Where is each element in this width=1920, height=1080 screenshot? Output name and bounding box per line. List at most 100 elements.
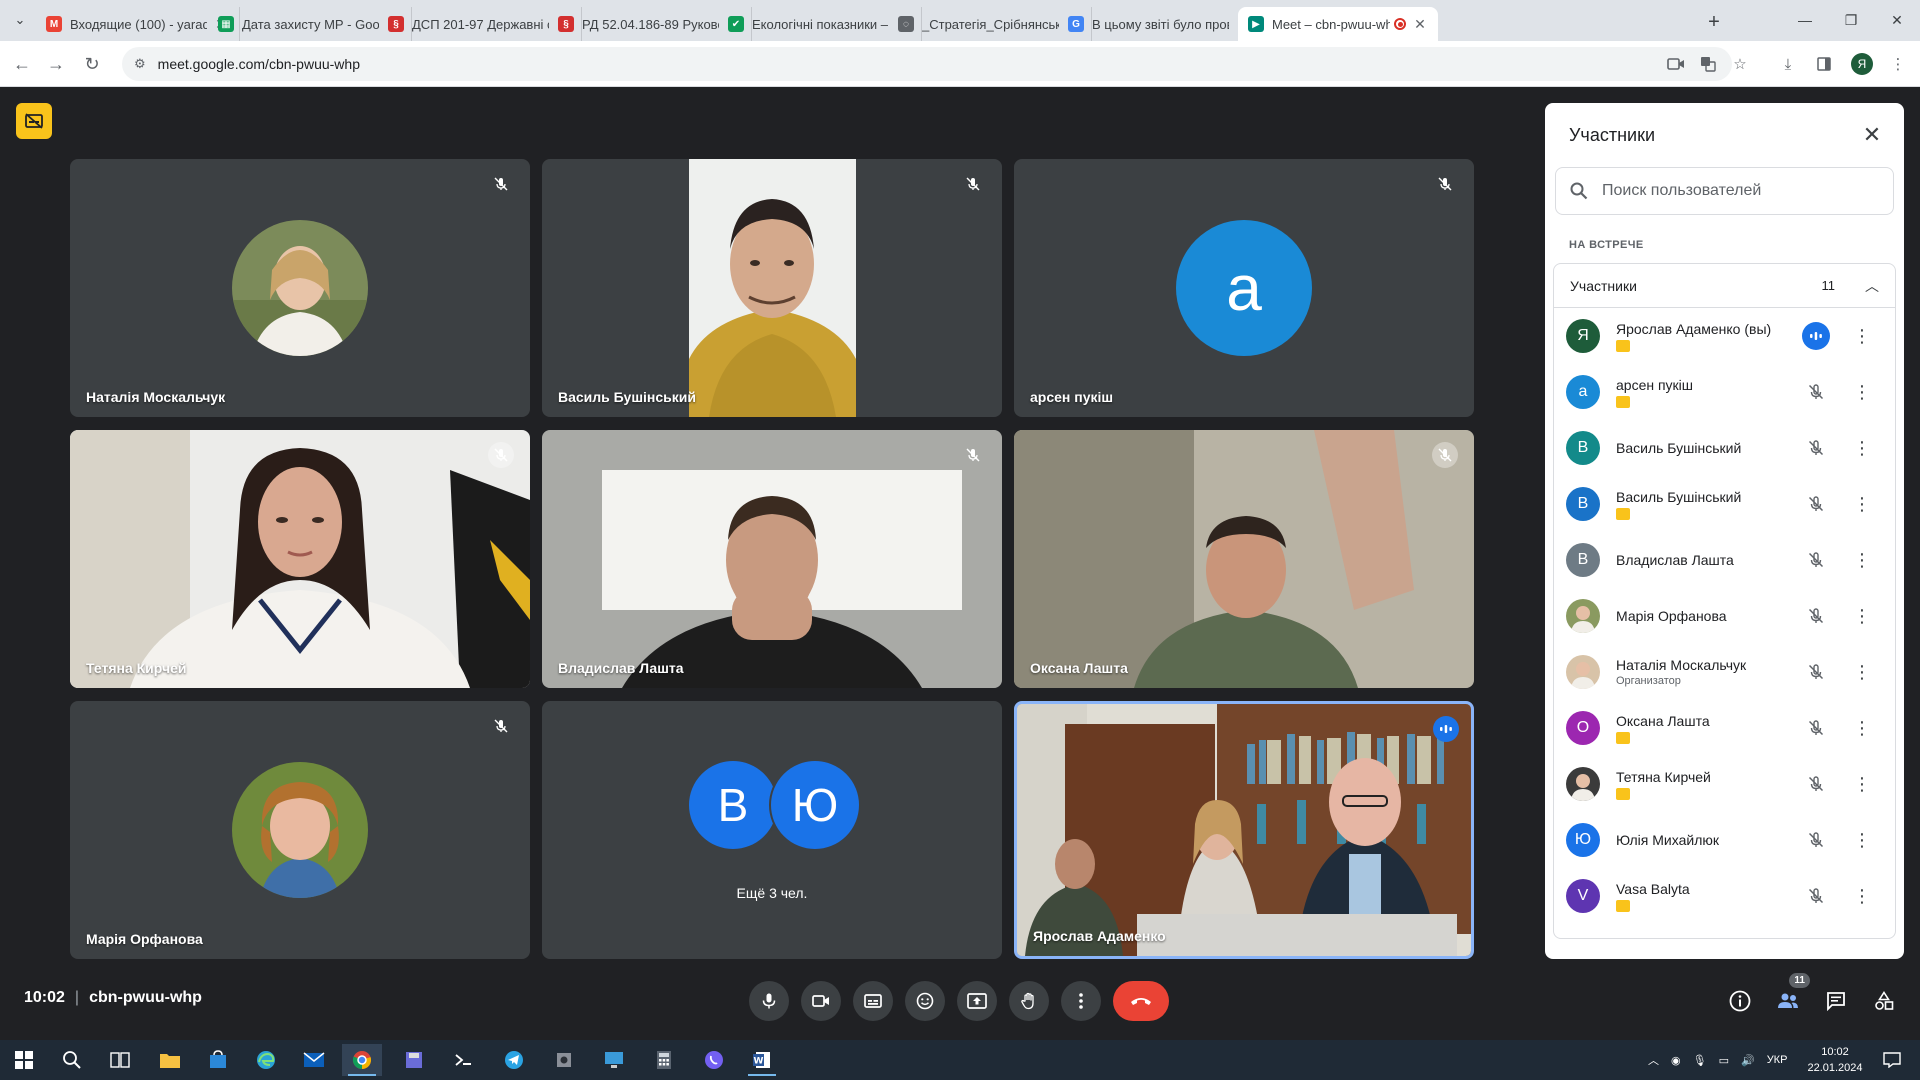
more-vert-icon[interactable]: ⋮ bbox=[1852, 490, 1872, 518]
mic-off-icon[interactable] bbox=[1802, 826, 1830, 854]
people-button[interactable]: 11 bbox=[1768, 973, 1810, 1021]
omnibox[interactable]: ⚙ meet.google.com/cbn-pwuu-whp bbox=[122, 47, 1732, 81]
tab-search-button[interactable]: ⌄ bbox=[8, 8, 32, 32]
word-icon[interactable]: W bbox=[742, 1044, 782, 1076]
video-tile[interactable]: Василь Бушінський bbox=[542, 159, 1002, 417]
more-vert-icon[interactable]: ⋮ bbox=[1852, 378, 1872, 406]
participant-row[interactable]: V Vasa Balyta ⋮ bbox=[1554, 868, 1895, 924]
translate-icon[interactable] bbox=[1694, 50, 1722, 78]
close-window-button[interactable]: ✕ bbox=[1874, 0, 1920, 40]
video-tile[interactable]: Тетяна Кирчей bbox=[70, 430, 530, 688]
mic-off-icon[interactable] bbox=[1802, 882, 1830, 910]
video-tile[interactable]: а арсен пукіш bbox=[1014, 159, 1474, 417]
participant-row[interactable]: В Владислав Лашта ⋮ bbox=[1554, 532, 1895, 588]
chevron-up-icon[interactable]: ︿ bbox=[1865, 276, 1879, 296]
participant-row[interactable]: Марія Орфанова ⋮ bbox=[1554, 588, 1895, 644]
chevron-up-icon[interactable]: ︿ bbox=[1648, 1052, 1659, 1068]
reactions-button[interactable] bbox=[905, 981, 945, 1021]
more-vert-icon[interactable]: ⋮ bbox=[1852, 322, 1872, 350]
activities-button[interactable] bbox=[1864, 981, 1904, 1021]
meeting-details-button[interactable] bbox=[1720, 981, 1760, 1021]
file-explorer-icon[interactable] bbox=[150, 1044, 190, 1076]
video-tile-active-speaker[interactable]: Ярослав Адаменко bbox=[1014, 701, 1474, 959]
notifications-icon[interactable] bbox=[1872, 1044, 1912, 1076]
present-screen-button[interactable] bbox=[957, 981, 997, 1021]
microphone-tray-icon[interactable]: 🎙 bbox=[1693, 1054, 1707, 1067]
participant-row[interactable]: Ю Юлія Михайлюк ⋮ bbox=[1554, 812, 1895, 868]
participant-row[interactable]: Тетяна Кирчей ⋮ bbox=[1554, 756, 1895, 812]
minimize-button[interactable]: — bbox=[1782, 0, 1828, 40]
mic-off-icon[interactable] bbox=[1802, 658, 1830, 686]
participant-row[interactable]: В Василь Бушінський ⋮ bbox=[1554, 476, 1895, 532]
side-panel-icon[interactable] bbox=[1810, 50, 1838, 78]
mic-off-icon[interactable] bbox=[1802, 714, 1830, 742]
taskbar-search-button[interactable] bbox=[52, 1044, 92, 1076]
site-info-icon[interactable]: ⚙ bbox=[134, 56, 146, 72]
captions-button[interactable] bbox=[853, 981, 893, 1021]
more-vert-icon[interactable]: ⋮ bbox=[1852, 826, 1872, 854]
viber-icon[interactable] bbox=[694, 1044, 734, 1076]
remote-desktop-icon[interactable] bbox=[594, 1044, 634, 1076]
more-options-button[interactable] bbox=[1061, 981, 1101, 1021]
camera-in-use-icon[interactable] bbox=[1662, 50, 1690, 78]
microphone-button[interactable] bbox=[749, 981, 789, 1021]
participant-search-input[interactable]: Поиск пользователей bbox=[1555, 167, 1894, 215]
new-tab-button[interactable]: + bbox=[1700, 8, 1728, 36]
more-vert-icon[interactable]: ⋮ bbox=[1852, 714, 1872, 742]
calculator-icon[interactable] bbox=[644, 1044, 684, 1076]
participant-row[interactable]: В Василь Бушінський ⋮ bbox=[1554, 420, 1895, 476]
profile-avatar[interactable]: Я bbox=[1851, 53, 1873, 75]
edge-icon[interactable] bbox=[246, 1044, 286, 1076]
store-icon[interactable] bbox=[198, 1044, 238, 1076]
downloads-icon[interactable]: ⤓ bbox=[1774, 50, 1802, 78]
mic-off-icon[interactable] bbox=[1802, 434, 1830, 462]
video-tile[interactable]: Марія Орфанова bbox=[70, 701, 530, 959]
video-tile[interactable]: Наталія Москальчук bbox=[70, 159, 530, 417]
mic-off-icon[interactable] bbox=[1802, 770, 1830, 798]
more-vert-icon[interactable]: ⋮ bbox=[1852, 882, 1872, 910]
more-vert-icon[interactable]: ⋮ bbox=[1852, 602, 1872, 630]
restore-button[interactable]: ❐ bbox=[1828, 0, 1874, 40]
camera-button[interactable] bbox=[801, 981, 841, 1021]
more-vert-icon[interactable]: ⋮ bbox=[1852, 546, 1872, 574]
mail-icon[interactable] bbox=[294, 1044, 334, 1076]
chrome-icon[interactable] bbox=[342, 1044, 382, 1076]
network-icon[interactable]: ▭ bbox=[1719, 1054, 1729, 1067]
more-vert-icon[interactable]: ⋮ bbox=[1852, 770, 1872, 798]
mic-off-icon[interactable] bbox=[1802, 378, 1830, 406]
chrome-menu-icon[interactable]: ⋮ bbox=[1884, 50, 1912, 78]
mic-off-icon[interactable] bbox=[1802, 602, 1830, 630]
participant-row[interactable]: О Оксана Лашта ⋮ bbox=[1554, 700, 1895, 756]
save-app-icon[interactable] bbox=[394, 1044, 434, 1076]
mic-off-icon[interactable] bbox=[1802, 490, 1830, 518]
more-vert-icon[interactable]: ⋮ bbox=[1852, 434, 1872, 462]
forward-button[interactable]: → bbox=[42, 50, 70, 78]
taskbar-clock[interactable]: 10:02 22.01.2024 bbox=[1800, 1044, 1870, 1076]
more-participants-tile[interactable]: В Ю Ещё 3 чел. bbox=[542, 701, 1002, 959]
leave-call-button[interactable] bbox=[1113, 981, 1169, 1021]
start-button[interactable] bbox=[4, 1044, 44, 1076]
participant-row[interactable]: Наталія Москальчук Организатор ⋮ bbox=[1554, 644, 1895, 700]
participant-row[interactable]: а арсен пукіш ⋮ bbox=[1554, 364, 1895, 420]
terminal-app-icon[interactable] bbox=[444, 1044, 484, 1076]
chat-button[interactable] bbox=[1816, 981, 1856, 1021]
task-view-button[interactable] bbox=[100, 1044, 140, 1076]
telegram-icon[interactable] bbox=[494, 1044, 534, 1076]
volume-icon[interactable]: 🔊 bbox=[1741, 1054, 1755, 1067]
more-vert-icon[interactable]: ⋮ bbox=[1852, 658, 1872, 686]
webcam-icon[interactable]: ◉ bbox=[1671, 1054, 1681, 1067]
participants-group-header[interactable]: Участники 11 ︿ bbox=[1554, 264, 1895, 308]
input-language[interactable]: УКР bbox=[1767, 1054, 1788, 1066]
bookmark-star-icon[interactable]: ☆ bbox=[1726, 50, 1754, 78]
reload-button[interactable]: ↻ bbox=[78, 50, 106, 78]
video-tile[interactable]: Оксана Лашта bbox=[1014, 430, 1474, 688]
url-text[interactable]: meet.google.com/cbn-pwuu-whp bbox=[158, 56, 360, 72]
raise-hand-button[interactable] bbox=[1009, 981, 1049, 1021]
mic-off-icon[interactable] bbox=[1802, 546, 1830, 574]
participant-row[interactable]: Я Ярослав Адаменко (вы) ⋮ bbox=[1554, 308, 1895, 364]
tools-app-icon[interactable] bbox=[544, 1044, 584, 1076]
close-tab-icon[interactable]: ✕ bbox=[1412, 16, 1428, 33]
browser-tab[interactable]: GВ цьому звіті було прове✕ bbox=[1058, 7, 1262, 41]
video-tile[interactable]: Владислав Лашта bbox=[542, 430, 1002, 688]
browser-tab[interactable]: ▶ Meet – cbn-pwuu-wh ✕ bbox=[1238, 7, 1438, 41]
